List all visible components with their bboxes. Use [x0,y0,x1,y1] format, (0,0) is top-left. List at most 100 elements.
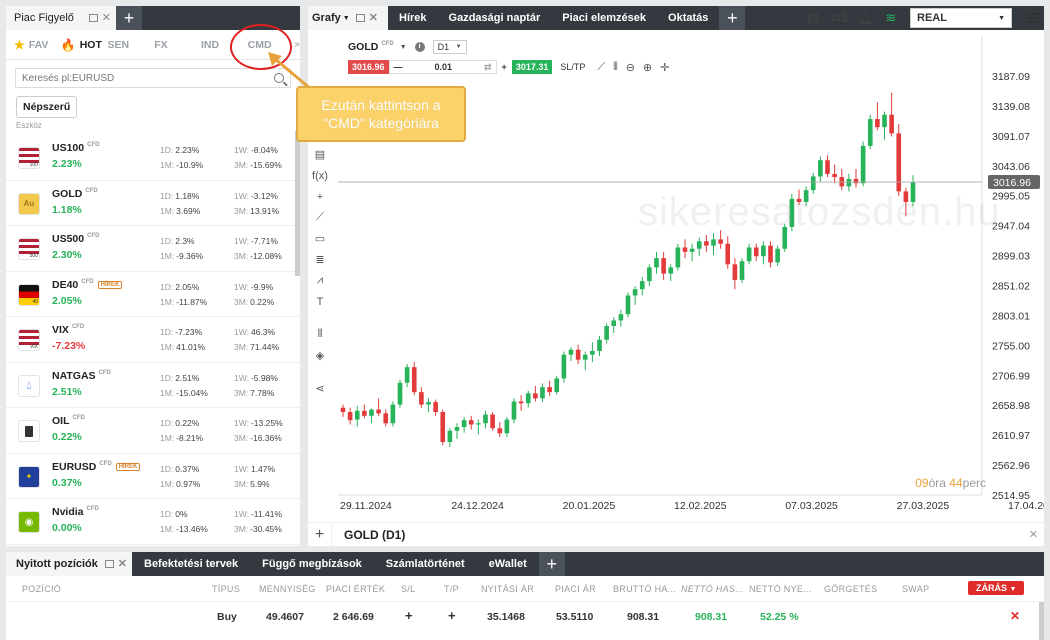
tab-open-positions[interactable]: Nyitott pozíciók ✕ [6,552,132,576]
menu-icon[interactable] [1026,13,1040,23]
crosshair-tool-icon[interactable]: + [317,186,323,207]
info-icon[interactable]: i [414,42,425,52]
watchlist-scrollbar[interactable] [295,131,300,276]
line-tool-icon[interactable]: ⟋ [316,207,324,228]
fibonacci-tool-icon[interactable]: ≣ [315,249,324,270]
news-badge[interactable]: HÍREK [97,280,123,289]
popular-sort-button[interactable]: Népszerű [16,96,78,118]
tab-sen[interactable]: SEN [107,39,154,51]
tab-pending-orders[interactable]: Függő megbízások [250,552,374,576]
col-net-pct[interactable]: NETTÓ NYE... [749,584,812,594]
close-icon[interactable]: ✕ [118,558,127,570]
close-position-icon[interactable]: ✕ [1010,609,1020,623]
candle [397,382,403,405]
col-market-price[interactable]: PIACI ÁR [555,584,596,594]
account-select[interactable]: REAL ▼ [910,8,1012,28]
col-rollover[interactable]: GÖRGETÉS [824,584,877,594]
search-input[interactable] [22,72,274,84]
set-tp-button[interactable]: + [448,608,456,623]
close-icon[interactable]: ✕ [102,12,111,24]
deposit-icon[interactable]: ⇄$ [826,10,852,26]
line-chart-icon[interactable]: ⟋ [597,61,605,74]
col-type[interactable]: TÍPUS [212,584,240,594]
candlestick-chart[interactable]: 3187.093139.083091.073043.062995.052947.… [308,6,1044,522]
col-quantity[interactable]: MENNYISÉG [259,584,316,594]
bell-icon[interactable]: 🔔︎ [852,10,878,26]
chart-instance-tab[interactable]: GOLD (D1) [344,528,405,542]
col-market-value[interactable]: PIACI ÉRTÉK [326,584,385,594]
add-chart-button[interactable]: + [308,522,332,546]
tab-investment-plans[interactable]: Befektetési tervek [132,552,250,576]
pitchfork-tool-icon[interactable]: ⩘ [317,270,323,291]
list-item[interactable]: ◉ Nvidia CFD 0.00% 1D: 0% 1W: -11.41% 1M: -13.46%… [6,499,300,545]
col-net[interactable]: NETTÓ HAS... [681,584,744,594]
tab-watchlist[interactable]: Piac Figyelő ✕ [6,6,116,30]
tab-fav[interactable]: ★ FAV [14,38,61,52]
header-toolbar: ▤ ⇄$ 🔔︎ ≋ REAL ▼ [800,6,1044,30]
candle-type-icon[interactable]: ⫴ [613,61,618,74]
text-tool-icon[interactable]: T [317,291,324,312]
col-position[interactable]: POZÍCIÓ [22,584,61,594]
list-item[interactable]: 500 US500 CFD 2.30% 1D: 2.3% 1W: -7.71% 1M: -9.36… [6,226,300,272]
list-item[interactable]: ✦ EURUSD CFD HÍREK 0.37% 1D: 0.37% 1W: 1.47% 1M: 0… [6,454,300,499]
symbol-selector[interactable]: GOLD CFD [348,41,394,53]
zoom-in-icon[interactable]: ⊕ [643,61,652,74]
cfd-tag: CFD [99,460,112,467]
maximize-icon[interactable] [104,560,114,568]
function-icon[interactable]: f(x) [312,165,328,186]
news-badge[interactable]: HÍREK [115,462,141,471]
share-icon[interactable]: ⋖ [315,378,324,399]
quantity-stepper[interactable]: — 0.01 ⇄ [388,60,497,74]
item-name: US100 CFD [52,142,99,154]
stat-1d: 1D: 0.22% [160,418,199,428]
chevron-down-icon: ▼ [998,14,1005,22]
sell-button[interactable]: 3016.96 [348,60,389,74]
stat-value: 2.05% [175,281,200,292]
list-item[interactable]: OIL CFD 0.22% 1D: 0.22% 1W: -13.25% 1M: -8.21% 3M… [6,408,300,454]
list-item[interactable]: 40 DE40 CFD HÍREK 2.05% 1D: 2.05% 1W: -9.9% 1M: -1… [6,272,300,317]
zoom-out-icon[interactable]: ⊖ [626,61,635,74]
minus-icon[interactable]: — [394,62,403,72]
sltp-button[interactable]: SL/TP [560,62,585,72]
more-categories-icon[interactable]: » [294,39,300,50]
positions-scrollbar[interactable] [1039,602,1044,640]
tab-fx[interactable]: FX [154,39,201,51]
buy-button[interactable]: 3017.31 [511,60,553,74]
col-gross[interactable]: BRUTTÓ HA... [613,584,676,594]
indicator-icon[interactable]: ▤ [315,144,325,165]
chevron-down-icon[interactable]: ▼ [400,44,407,51]
layout-icon[interactable]: ▤ [800,10,826,26]
rectangle-tool-icon[interactable]: ▭ [315,228,325,249]
connection-icon: ≋ [885,10,897,25]
table-row[interactable]: Buy 49.4607 2 646.69 + + 35.1468 53.5110… [6,602,1044,632]
list-item[interactable]: Au GOLD CFD 1.18% 1D: 1.18% 1W: -3.12% 1M: 3.69% 3… [6,181,300,226]
layers-icon[interactable]: ◈ [316,345,324,366]
col-sl[interactable]: S/L [401,584,415,594]
y-tick-label: 2755.00 [992,340,1030,352]
close-all-button[interactable]: ZÁRÁS ▼ [968,581,1025,595]
list-item[interactable]: 💧︎ NATGAS CFD 2.51% 1D: 2.51% 1W: -5.98% 1M: -15.… [6,363,300,408]
col-open-price[interactable]: NYITÁSI ÁR [481,584,534,594]
tab-account-history[interactable]: Számlatörténet [374,552,477,576]
list-item[interactable]: VIX VIX CFD -7.23% 1D: -7.23% 1W: 46.3% 1M: 41.01… [6,317,300,363]
quantity-value[interactable]: 0.01 [435,62,453,72]
col-swap[interactable]: SWAP [902,584,929,594]
plus-icon[interactable]: + [502,62,507,72]
col-tp[interactable]: T/P [444,584,459,594]
candle [404,367,410,383]
candle-countdown: 09óra 44perc [915,476,986,490]
add-tab-button[interactable]: + [116,6,142,30]
timeframe-value: D1 [437,42,450,52]
timeframe-select[interactable]: D1 ▼ [432,40,467,54]
list-item[interactable]: 100 US100 CFD 2.23% 1D: 2.23% 1W: -8.04% 1M: -10.… [6,135,300,181]
set-sl-button[interactable]: + [405,608,413,623]
close-icon[interactable]: ✕ [1029,528,1038,541]
maximize-icon[interactable] [88,14,98,22]
candle [632,289,638,296]
tab-ewallet[interactable]: eWallet [477,552,539,576]
crosshair-icon[interactable]: ✛ [660,61,669,74]
swap-icon[interactable]: ⇄ [484,62,492,73]
tab-hot[interactable]: 🔥 HOT [61,38,108,52]
add-tab-button[interactable]: + [538,552,565,576]
compare-icon[interactable]: ⫴ [318,324,323,345]
